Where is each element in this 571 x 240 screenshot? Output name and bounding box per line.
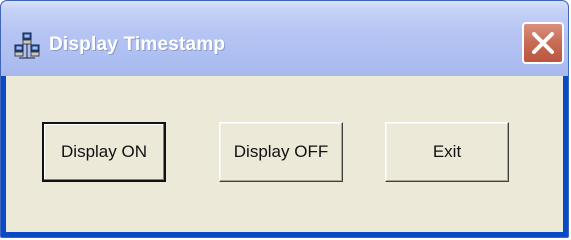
network-computers-icon [13,32,41,60]
close-icon [532,32,554,54]
title-bar[interactable]: Display Timestamp [1,1,568,76]
display-on-button[interactable]: Display ON [42,122,166,182]
exit-button[interactable]: Exit [385,122,509,182]
display-off-button[interactable]: Display OFF [219,122,343,182]
dialog-body: Display ON Display OFF Exit [6,76,563,232]
close-button[interactable] [522,22,564,64]
dialog-window: Display Timestamp Display ON Display OFF… [0,0,569,238]
window-title: Display Timestamp [49,34,226,55]
